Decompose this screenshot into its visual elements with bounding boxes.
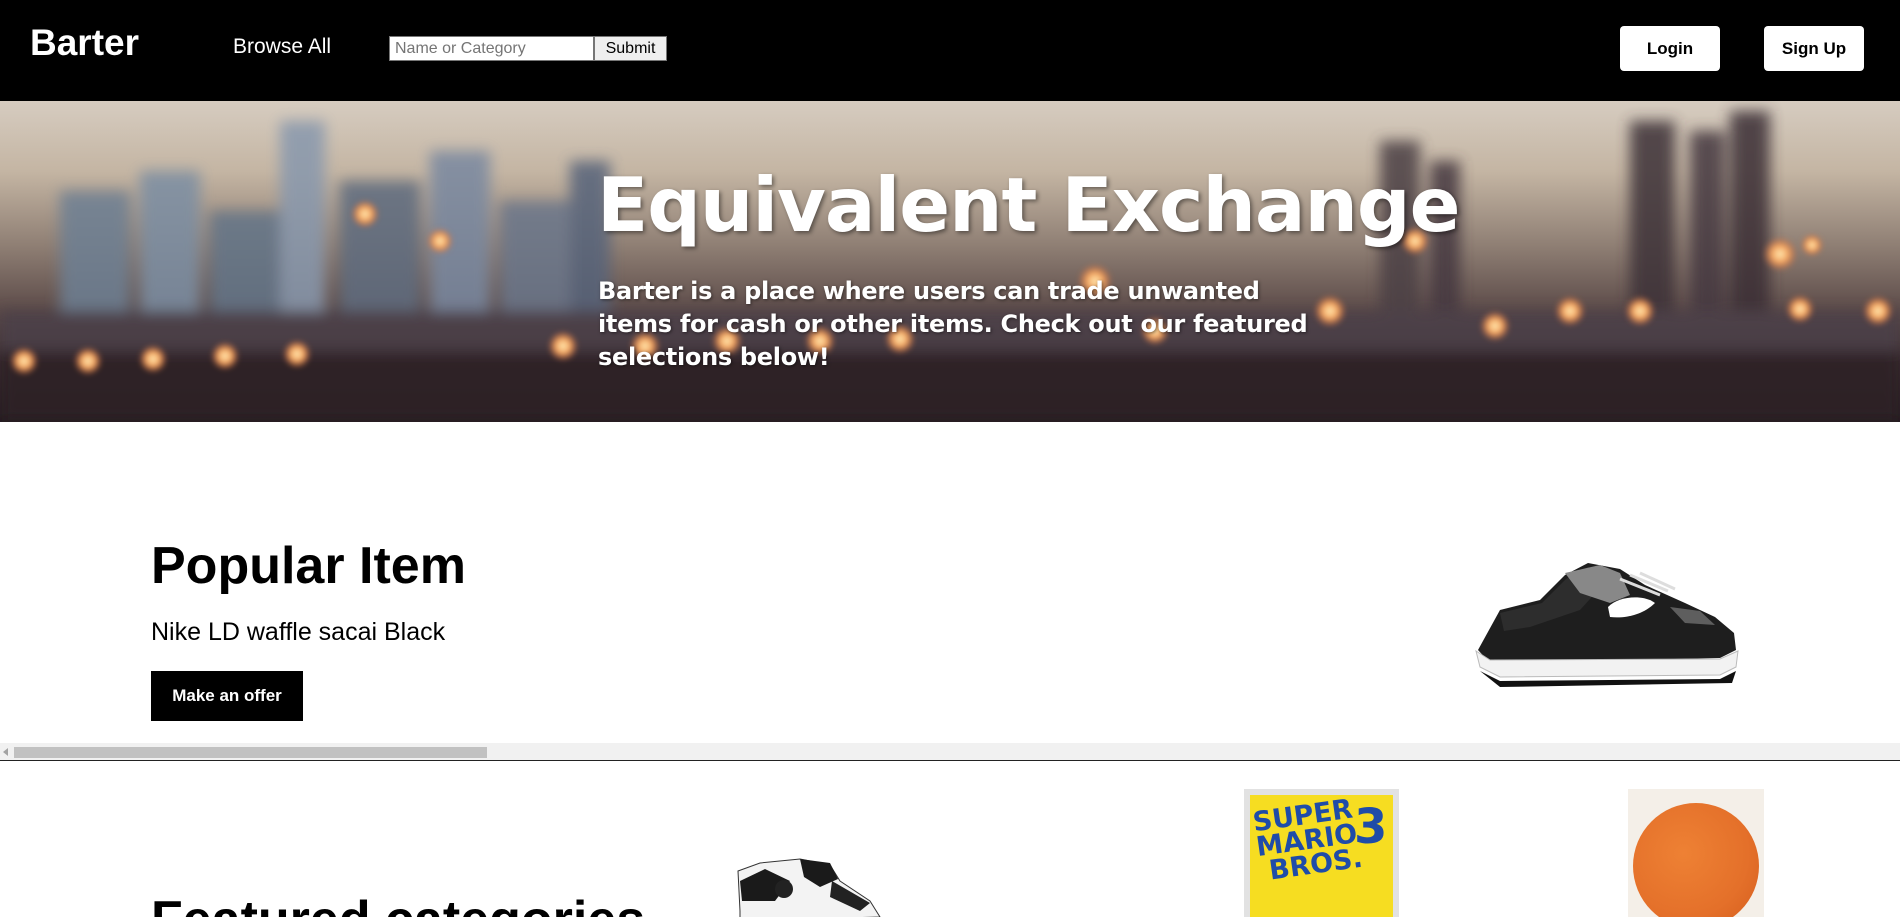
high-top-sneaker-image[interactable]	[720, 841, 890, 917]
chevron-left-icon[interactable]	[3, 748, 8, 756]
poster-number: 3	[1354, 799, 1388, 855]
popular-item-heading: Popular Item	[151, 537, 466, 595]
orange-album-image[interactable]	[1628, 789, 1764, 917]
top-navbar: Barter Browse All Submit Login Sign Up	[0, 0, 1900, 101]
browse-all-link[interactable]: Browse All	[233, 35, 331, 59]
featured-categories-heading: Featured categories	[151, 890, 645, 917]
brand-logo[interactable]: Barter	[30, 22, 139, 64]
horizontal-scrollbar[interactable]	[0, 743, 1900, 761]
hero-title: Equivalent Exchange	[597, 161, 1460, 249]
mario-poster-image[interactable]: SUPER MARIO BROS. 3	[1244, 789, 1399, 917]
popular-item-section: Popular Item Nike LD waffle sacai Black …	[0, 422, 1900, 743]
login-button[interactable]: Login	[1620, 26, 1720, 71]
search-submit-button[interactable]: Submit	[594, 36, 667, 61]
popular-item-name: Nike LD waffle sacai Black	[151, 618, 446, 646]
orange-circle-artwork	[1633, 803, 1759, 917]
search-input[interactable]	[389, 36, 594, 61]
make-offer-button[interactable]: Make an offer	[151, 671, 303, 721]
sneaker-image[interactable]	[1470, 555, 1742, 695]
hero-description: Barter is a place where users can trade …	[598, 277, 1308, 371]
featured-categories-section: Featured categories SUPER MARIO BROS. 3	[0, 761, 1900, 917]
poster-title: SUPER MARIO BROS.	[1250, 795, 1365, 888]
scrollbar-thumb[interactable]	[14, 747, 487, 758]
signup-button[interactable]: Sign Up	[1764, 26, 1864, 71]
hero-banner: Equivalent Exchange Barter is a place wh…	[0, 101, 1900, 423]
